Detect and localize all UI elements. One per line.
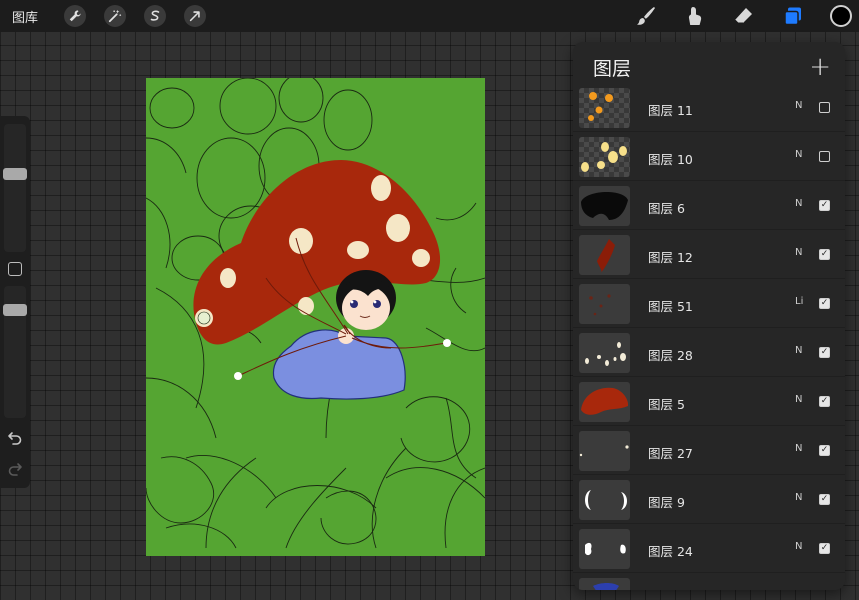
magic-wand-icon xyxy=(108,9,122,23)
layer-visibility-checkbox[interactable]: ✓ xyxy=(819,445,830,456)
blend-mode[interactable]: N xyxy=(795,443,802,454)
layer-name: 图层 11 xyxy=(648,103,693,118)
layer-visibility-checkbox[interactable]: ✓ xyxy=(819,347,830,358)
layers-tool-button[interactable] xyxy=(781,4,805,28)
layer-name: 图层 24 xyxy=(648,544,693,559)
blend-mode[interactable]: N xyxy=(795,345,802,356)
selection-button[interactable] xyxy=(144,5,167,27)
layer-visibility-checkbox[interactable]: ✓ xyxy=(819,298,830,309)
layer-thumbnail xyxy=(579,480,630,520)
layer-visibility-checkbox[interactable] xyxy=(819,151,830,162)
smudge-tool-button[interactable] xyxy=(683,4,707,28)
undo-button[interactable] xyxy=(7,430,23,446)
color-picker-button[interactable] xyxy=(830,5,852,27)
layer-visibility-checkbox[interactable]: ✓ xyxy=(819,494,830,505)
layer-row[interactable]: 图层 11 N xyxy=(573,84,845,132)
actions-button[interactable] xyxy=(64,5,87,27)
layer-thumbnail xyxy=(579,529,630,569)
blend-mode[interactable]: N xyxy=(795,149,802,160)
opacity-slider[interactable] xyxy=(3,286,27,418)
artwork xyxy=(146,78,485,556)
layer-thumbnail xyxy=(579,235,630,275)
layer-visibility-checkbox[interactable]: ✓ xyxy=(819,249,830,260)
smudge-icon xyxy=(688,7,702,25)
layer-name: 图层 28 xyxy=(648,348,693,363)
layer-name: 图层 12 xyxy=(648,250,693,265)
blend-mode[interactable]: N xyxy=(795,541,802,552)
layers-panel: 图层 + 图层 11 N 图层 10 N 图层 6 N ✓ 图层 12 N ✓ … xyxy=(573,42,845,590)
undo-icon xyxy=(8,432,22,445)
layer-name: 图层 9 xyxy=(648,495,685,510)
transform-arrow-icon xyxy=(189,11,200,22)
layers-icon xyxy=(784,7,801,26)
drawing-canvas[interactable] xyxy=(146,78,485,556)
layer-visibility-checkbox[interactable]: ✓ xyxy=(819,396,830,407)
blend-mode[interactable]: N xyxy=(795,100,802,111)
blend-mode[interactable]: N xyxy=(795,247,802,258)
brush-icon xyxy=(637,7,655,25)
gallery-button[interactable]: 图库 xyxy=(12,7,38,26)
redo-icon xyxy=(8,463,22,476)
add-layer-button[interactable]: + xyxy=(809,54,831,80)
layer-thumbnail xyxy=(579,578,630,590)
layer-visibility-checkbox[interactable]: ✓ xyxy=(819,543,830,554)
layer-row[interactable]: 图层 27 N ✓ xyxy=(573,427,845,475)
blend-mode[interactable]: Li xyxy=(795,296,803,307)
selection-icon xyxy=(150,10,160,21)
layer-row[interactable]: 图层 5 N ✓ xyxy=(573,378,845,426)
layer-name: 图层 10 xyxy=(648,152,693,167)
eraser-icon xyxy=(734,8,752,24)
top-toolbar: 图库 xyxy=(0,0,859,32)
layer-thumbnail xyxy=(579,137,630,177)
layer-thumbnail xyxy=(579,186,630,226)
eraser-tool-button[interactable] xyxy=(732,4,756,28)
adjustments-button[interactable] xyxy=(104,5,127,27)
layer-row[interactable]: 图层 12 N ✓ xyxy=(573,231,845,279)
brush-size-handle[interactable] xyxy=(3,168,27,180)
blend-mode[interactable]: N xyxy=(795,198,802,209)
layer-name: 图层 51 xyxy=(648,299,693,314)
layer-row[interactable]: 图层 51 Li ✓ xyxy=(573,280,845,328)
layer-row-partial[interactable] xyxy=(573,574,845,590)
layer-row[interactable]: 图层 28 N ✓ xyxy=(573,329,845,377)
right-tools xyxy=(634,0,859,32)
layer-thumbnail xyxy=(579,431,630,471)
layer-name: 图层 6 xyxy=(648,201,685,216)
blend-mode[interactable]: N xyxy=(795,394,802,405)
brush-tool-button[interactable] xyxy=(634,4,658,28)
layer-name: 图层 5 xyxy=(648,397,685,412)
layer-visibility-checkbox[interactable] xyxy=(819,102,830,113)
transform-button[interactable] xyxy=(184,5,207,27)
layer-row[interactable]: 图层 10 N xyxy=(573,133,845,181)
left-sidebar xyxy=(0,116,30,488)
layer-visibility-checkbox[interactable]: ✓ xyxy=(819,200,830,211)
blend-mode[interactable]: N xyxy=(795,492,802,503)
redo-button[interactable] xyxy=(7,461,23,477)
brush-size-slider[interactable] xyxy=(3,124,27,252)
layer-name: 图层 27 xyxy=(648,446,693,461)
layer-row[interactable]: 图层 9 N ✓ xyxy=(573,476,845,524)
layer-row[interactable]: 图层 6 N ✓ xyxy=(573,182,845,230)
layers-panel-title: 图层 xyxy=(593,57,632,80)
layer-thumbnail xyxy=(579,333,630,373)
layer-thumbnail xyxy=(579,382,630,422)
modify-button[interactable] xyxy=(8,262,22,276)
wrench-icon xyxy=(69,10,81,22)
opacity-handle[interactable] xyxy=(3,304,27,316)
layer-thumbnail xyxy=(579,88,630,128)
layer-thumbnail xyxy=(579,284,630,324)
layer-row[interactable]: 图层 24 N ✓ xyxy=(573,525,845,573)
